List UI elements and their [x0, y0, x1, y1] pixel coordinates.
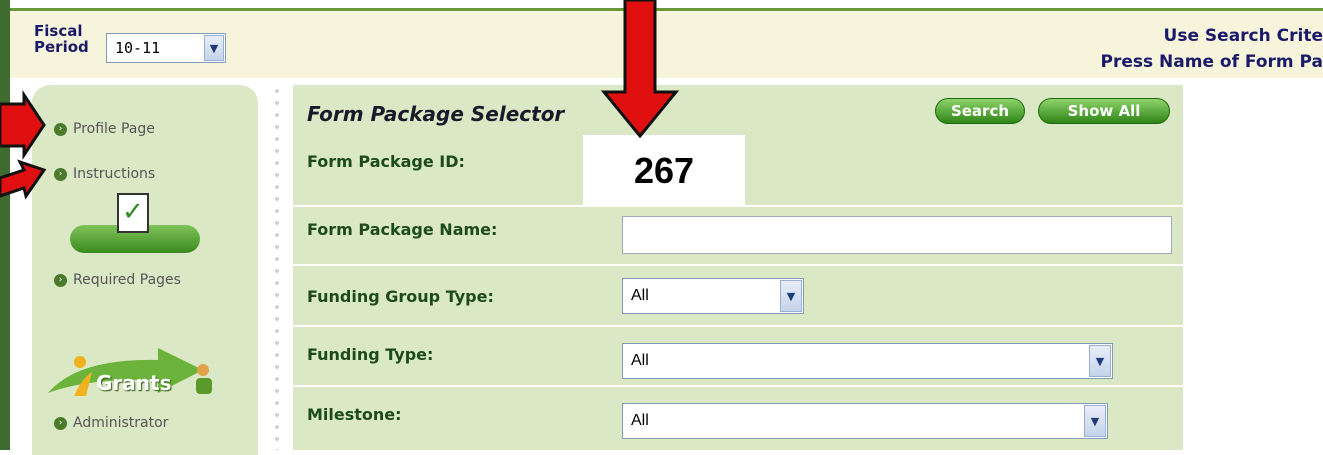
search-button[interactable]: Search: [935, 98, 1025, 124]
top-strip: [10, 0, 1323, 8]
sidebar-item-label: Required Pages: [73, 272, 181, 288]
funding-group-type-label: Funding Group Type:: [307, 287, 494, 306]
funding-type-select[interactable]: All ▼: [622, 343, 1113, 379]
fiscal-period-label: Fiscal Period: [34, 22, 89, 56]
header-bar: Fiscal Period 10-11 ▼ Use Search Crite P…: [10, 8, 1323, 78]
divider-dots: [272, 85, 282, 450]
bullet-arrow-icon: ›: [54, 416, 67, 430]
sidebar-item-instructions[interactable]: › Instructions: [54, 166, 155, 182]
funding-type-label: Funding Type:: [307, 345, 434, 364]
funding-group-type-select[interactable]: All ▼: [622, 278, 804, 314]
sidebar-item-profile-page[interactable]: › Profile Page: [54, 121, 155, 137]
dropdown-arrow-icon[interactable]: ▼: [780, 280, 802, 312]
sidebar-item-administrator[interactable]: › Administrator: [54, 415, 168, 431]
dropdown-arrow-icon[interactable]: ▼: [1084, 405, 1106, 437]
sidebar-item-label: Administrator: [73, 415, 169, 431]
igrants-logo: Grants: [38, 338, 228, 408]
sidebar-item-label: Instructions: [73, 166, 156, 182]
milestone-label: Milestone:: [307, 405, 402, 424]
igrants-logo-text: Grants: [96, 371, 172, 395]
fiscal-period-select[interactable]: 10-11 ▼: [106, 33, 226, 63]
bullet-arrow-icon: ›: [54, 122, 67, 136]
row-divider: [293, 264, 1183, 266]
dropdown-arrow-icon[interactable]: ▼: [1089, 345, 1111, 377]
form-package-name-label: Form Package Name:: [307, 220, 498, 239]
checklist-icon[interactable]: ✓: [117, 193, 149, 233]
funding-type-value: All: [631, 352, 649, 369]
funding-group-type-value: All: [631, 287, 649, 304]
sidebar-item-required-pages[interactable]: › Required Pages: [54, 272, 181, 288]
instructions-line-2: Press Name of Form Pa: [1100, 52, 1323, 72]
sidebar-item-label: Profile Page: [73, 121, 155, 137]
form-package-id-callout: 267: [583, 135, 745, 207]
form-package-name-input[interactable]: [622, 216, 1172, 254]
instructions-line-1: Use Search Crite: [1163, 26, 1323, 46]
left-border-bar: [0, 0, 10, 450]
milestone-select[interactable]: All ▼: [622, 403, 1108, 439]
form-package-id-label: Form Package ID:: [307, 152, 465, 171]
page-title: Form Package Selector: [307, 102, 565, 126]
instructions-header: Use Search Crite Press Name of Form Pa: [1101, 23, 1323, 75]
dropdown-arrow-icon[interactable]: ▼: [204, 35, 224, 61]
bullet-arrow-icon: ›: [54, 273, 67, 287]
fiscal-period-value: 10-11: [115, 39, 161, 57]
bullet-arrow-icon: ›: [54, 167, 67, 181]
row-divider: [293, 385, 1183, 387]
row-divider: [293, 325, 1183, 327]
show-all-button[interactable]: Show All: [1038, 98, 1170, 124]
milestone-value: All: [631, 412, 649, 429]
